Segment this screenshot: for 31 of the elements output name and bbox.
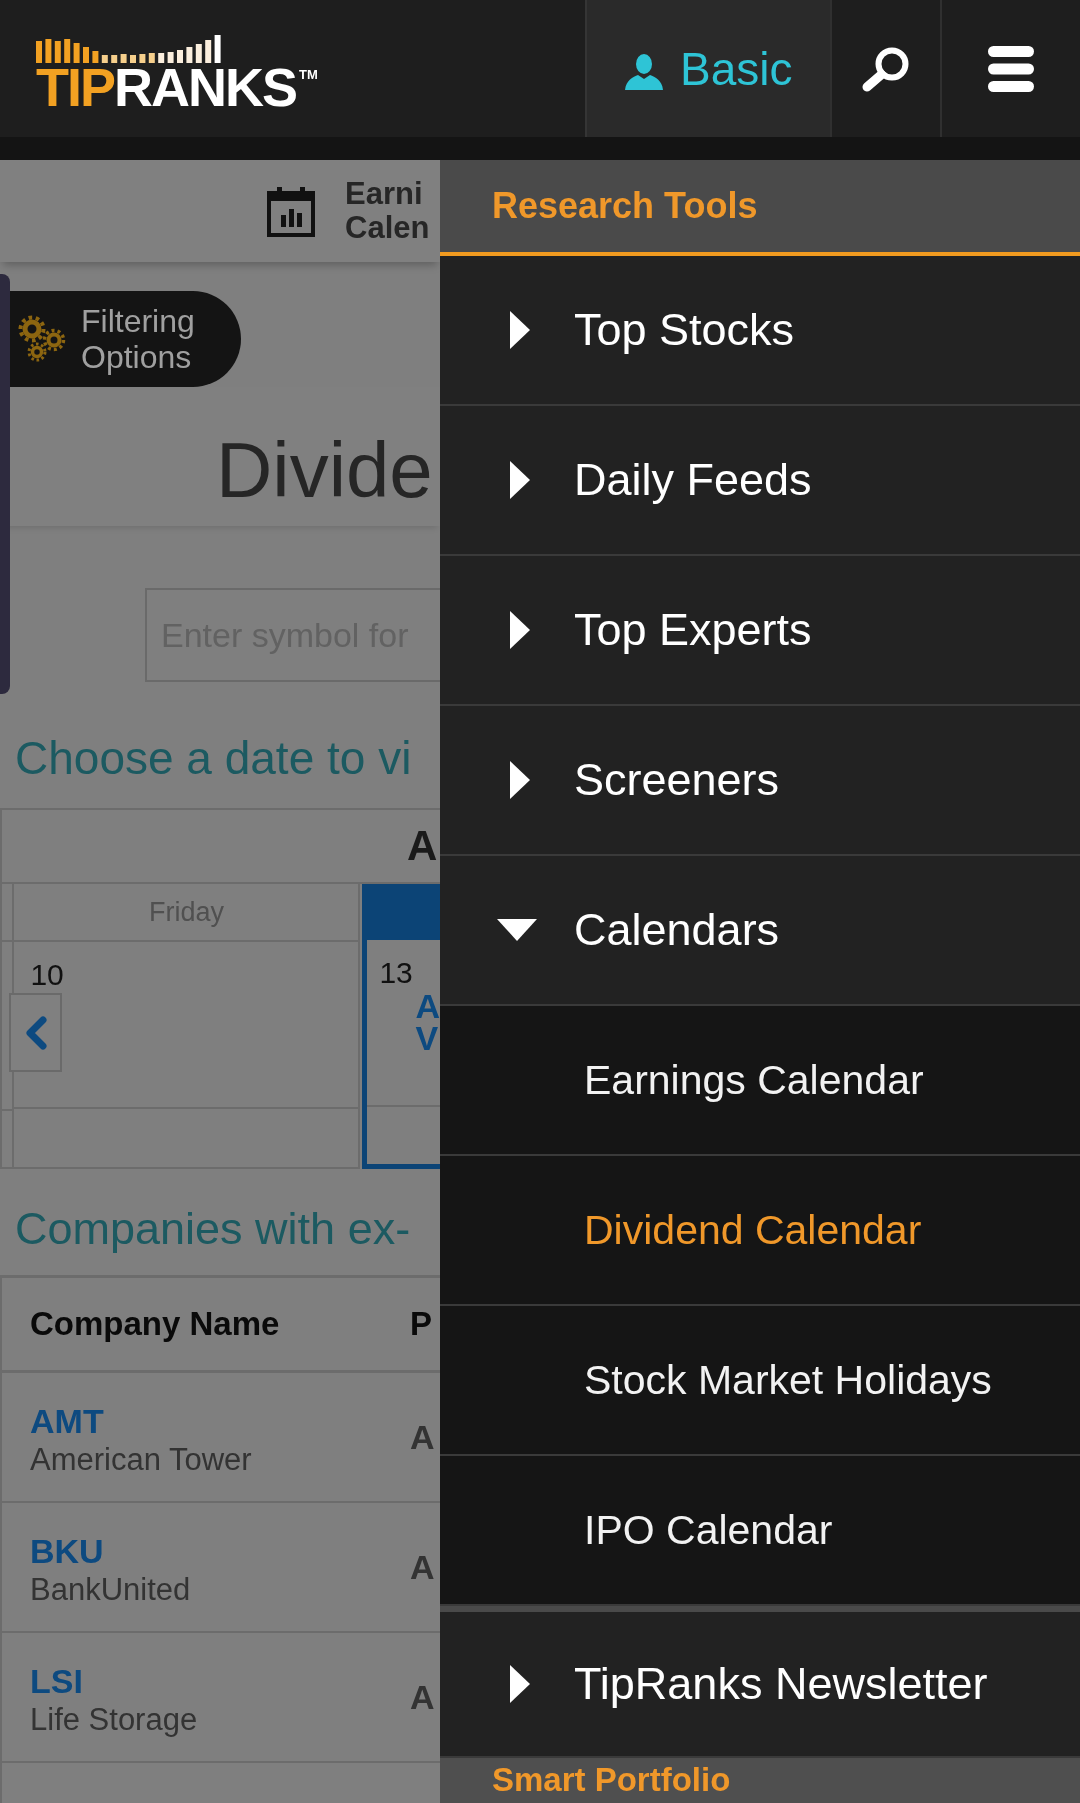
menu-section-header: Research Tools [440,160,1080,256]
menu-section-header: Smart Portfolio [440,1758,1080,1803]
filter-button[interactable]: Filtering Options [10,291,241,387]
company-name: Life Storage [30,1701,198,1739]
submenu-link[interactable]: Stock Market Holidays [440,1306,1080,1456]
section-heading: Companies with ex- [15,1202,411,1256]
submenu-link[interactable]: Earnings Calendar [440,1006,1080,1156]
company-name: BankUnited [30,1571,191,1609]
logo-wordmark: TIPRANKS$^{TM}$ [36,64,318,109]
table-cell: A [410,1417,435,1457]
subnav-link[interactable]: Earni Calen [267,177,430,245]
month-title: A [407,822,438,870]
submenu-link[interactable]: IPO Calendar [440,1456,1080,1606]
menu-icon [988,45,1034,92]
chevron-left-icon [24,1015,47,1050]
gears-icon [17,315,67,363]
logo-bars-icon [36,34,221,63]
column-header: P [410,1305,432,1343]
search-icon [862,45,910,92]
page-title: Divide [216,430,433,509]
user-icon [625,53,663,90]
date-number: 13 [379,956,413,990]
table-cell: A [410,1677,435,1717]
company-name: American Tower [30,1441,252,1479]
column-header: Company Name [30,1305,280,1343]
submenu-link[interactable]: Dividend Calendar [440,1156,1080,1306]
table-cell: A [410,1547,435,1587]
date-number: 10 [30,958,64,992]
calendar-icon [267,185,315,237]
date-prompt: Choose a date to vi [15,731,412,786]
account-button[interactable]: Basic [585,0,830,137]
